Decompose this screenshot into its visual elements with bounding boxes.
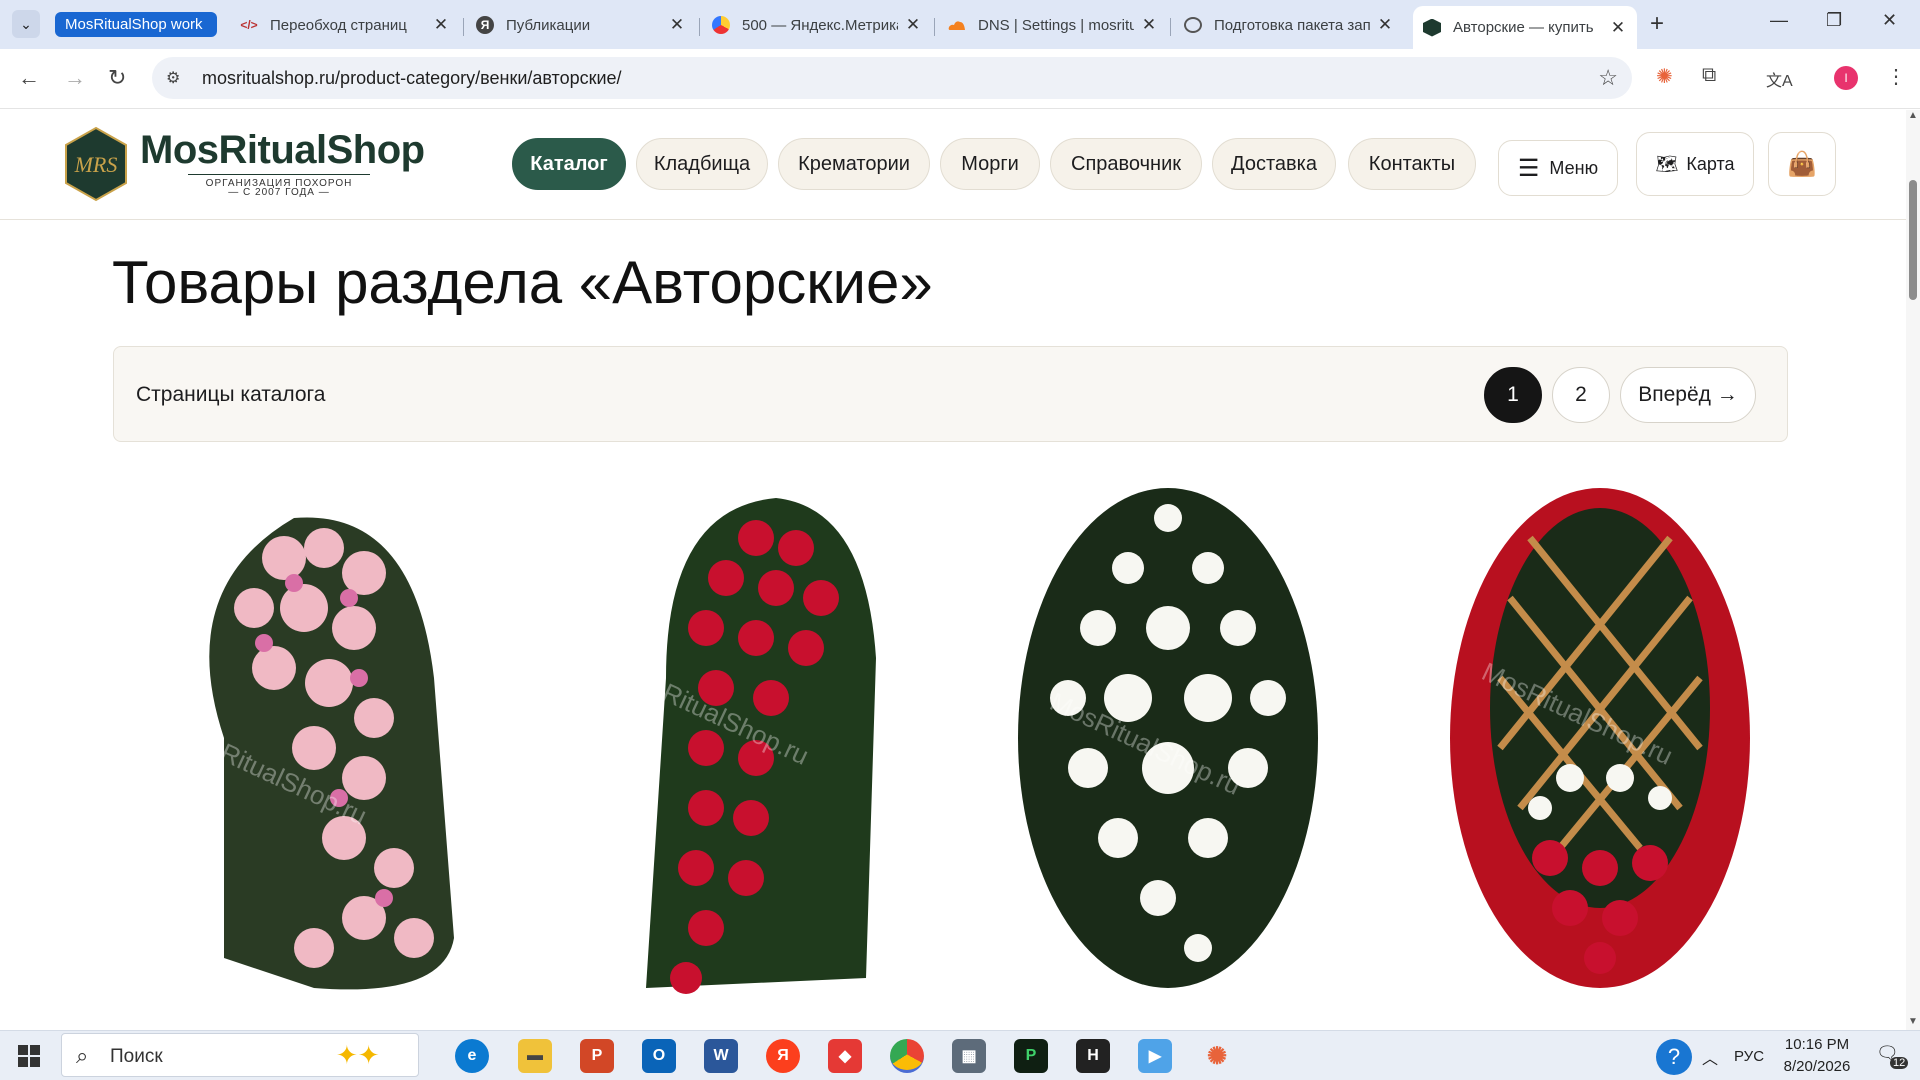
windows-start-icon[interactable] — [18, 1045, 40, 1067]
chrome-icon[interactable] — [890, 1039, 924, 1073]
close-icon[interactable]: ✕ — [668, 15, 686, 35]
product-image-lattice-wreath[interactable]: MosRitualShop.ru — [1420, 478, 1800, 1018]
pagination-label: Страницы каталога — [136, 383, 326, 406]
tab-active-authors[interactable]: Авторские — купить ✕ — [1413, 6, 1637, 49]
close-icon[interactable]: ✕ — [1609, 18, 1627, 38]
site-header: MRS MosRitualShop ОРГАНИЗАЦИЯ ПОХОРОН — … — [0, 110, 1906, 220]
input-language[interactable]: РУС — [1734, 1048, 1764, 1065]
metrika-icon — [712, 16, 730, 34]
scroll-up-icon[interactable]: ▲ — [1908, 110, 1918, 121]
anydesk-icon[interactable]: ◆ — [828, 1039, 862, 1073]
copilot-sparkle-icon: ✦✦ — [336, 1040, 380, 1070]
map-button[interactable]: 🗺 Карта — [1636, 132, 1754, 196]
outlook-icon[interactable]: O — [642, 1039, 676, 1073]
nav-crematoria[interactable]: Крематории — [778, 138, 930, 190]
nav-cemeteries[interactable]: Кладбища — [636, 138, 768, 190]
windows-taskbar: ⌕ Поиск ✦✦ e ▬ P O W Я ◆ ▦ P H ▶ ✺ ? ︿ Р… — [0, 1030, 1920, 1080]
h-app-icon[interactable]: H — [1076, 1039, 1110, 1073]
page-title: Товары раздела «Авторские» — [112, 249, 933, 316]
next-page-button[interactable]: Вперёд → — [1620, 367, 1756, 423]
map-icon: 🗺 — [1655, 153, 1679, 174]
search-icon: ⌕ — [76, 1043, 89, 1068]
site-info-icon[interactable]: ⚙ — [166, 68, 190, 88]
tab-reindex[interactable]: </> Переобход страниц ✕ — [240, 8, 450, 42]
notification-count: 12 — [1890, 1057, 1909, 1069]
calculator-icon[interactable]: ▦ — [952, 1039, 986, 1073]
forward-icon[interactable]: → — [64, 65, 86, 91]
logo-monogram: MRS — [74, 152, 118, 177]
minimize-icon[interactable]: — — [1770, 10, 1788, 31]
claude-extension-icon[interactable]: ✺ — [1656, 64, 1673, 89]
close-icon[interactable]: ✕ — [1376, 15, 1394, 35]
browser-toolbar: ← → ↻ ⚙ mosritualshop.ru/product-categor… — [0, 49, 1920, 109]
tab-metrika[interactable]: 500 — Яндекс.Метрика ✕ — [712, 8, 922, 42]
file-explorer-icon[interactable]: ▬ — [518, 1039, 552, 1073]
yandex-icon: Я — [476, 16, 494, 34]
taskbar-search[interactable]: ⌕ Поиск ✦✦ — [61, 1033, 419, 1077]
tab-search-chevron-icon[interactable]: ⌄ — [12, 10, 40, 38]
edge-icon[interactable]: e — [455, 1039, 489, 1073]
back-icon[interactable]: ← — [18, 65, 40, 91]
extensions-puzzle-icon[interactable]: ⧉ — [1702, 64, 1716, 87]
code-icon: </> — [240, 18, 258, 32]
product-image-pink-wreath[interactable]: MosRitualShop.ru — [114, 478, 494, 1018]
close-icon[interactable]: ✕ — [904, 15, 922, 35]
shopping-bag-icon: 👜 — [1787, 150, 1817, 178]
powerpoint-icon[interactable]: P — [580, 1039, 614, 1073]
address-bar[interactable]: ⚙ mosritualshop.ru/product-category/венк… — [152, 57, 1632, 99]
scrollbar-thumb[interactable] — [1909, 180, 1917, 300]
tab-request-package[interactable]: Подготовка пакета запроса ✕ — [1184, 8, 1394, 42]
menu-button[interactable]: ☰ Меню — [1498, 140, 1618, 196]
page-2-button[interactable]: 2 — [1552, 367, 1610, 423]
translate-icon[interactable]: 文A — [1766, 67, 1793, 91]
clock-time[interactable]: 10:16 PM — [1782, 1036, 1852, 1053]
close-icon[interactable]: ✕ — [1140, 15, 1158, 35]
tab-group-label[interactable]: MosRitualShop work — [55, 12, 217, 37]
tab-publications[interactable]: Я Публикации ✕ — [476, 8, 686, 42]
word-icon[interactable]: W — [704, 1039, 738, 1073]
profile-avatar[interactable]: I — [1834, 66, 1858, 90]
nav-contacts[interactable]: Контакты — [1348, 138, 1476, 190]
logo-since: — С 2007 ГОДА — — [228, 187, 330, 198]
clock-date[interactable]: 8/20/2026 — [1776, 1058, 1858, 1075]
nav-directory[interactable]: Справочник — [1050, 138, 1202, 190]
help-icon[interactable]: ? — [1656, 1039, 1692, 1075]
media-player-icon[interactable]: ▶ — [1138, 1039, 1172, 1073]
cart-button[interactable]: 👜 — [1768, 132, 1836, 196]
logo-name[interactable]: MosRitualShop — [140, 128, 425, 173]
hamburger-icon: ☰ — [1517, 154, 1540, 182]
new-tab-icon[interactable]: + — [1650, 10, 1664, 38]
site-favicon-icon — [1423, 18, 1441, 37]
window-close-icon[interactable]: ✕ — [1882, 10, 1897, 31]
tray-chevron-icon[interactable]: ︿ — [1702, 1045, 1718, 1069]
claude-app-icon[interactable]: ✺ — [1200, 1039, 1234, 1073]
nav-catalog[interactable]: Каталог — [512, 138, 626, 190]
bookmark-star-icon[interactable]: ☆ — [1598, 65, 1618, 91]
openai-icon — [1184, 17, 1202, 33]
product-image-red-rose-wreath[interactable]: MosRitualShop.ru — [556, 478, 936, 1018]
restore-icon[interactable]: ❐ — [1826, 10, 1842, 31]
catalog-pagination: Страницы каталога 1 2 Вперёд → — [113, 346, 1788, 442]
nav-delivery[interactable]: Доставка — [1212, 138, 1336, 190]
page-1-button[interactable]: 1 — [1484, 367, 1542, 423]
yandex-browser-icon[interactable]: Я — [766, 1039, 800, 1073]
cloudflare-icon — [948, 16, 966, 34]
pycharm-icon[interactable]: P — [1014, 1039, 1048, 1073]
page-scrollbar[interactable]: ▲ ▼ — [1906, 110, 1920, 1030]
browser-tab-strip: ⌄ MosRitualShop work </> Переобход стран… — [0, 0, 1920, 49]
close-icon[interactable]: ✕ — [432, 15, 450, 35]
product-image-white-lily-wreath[interactable]: MosRitualShop.ru — [988, 478, 1368, 1018]
kebab-menu-icon[interactable]: ⋮ — [1886, 64, 1906, 89]
nav-morgues[interactable]: Морги — [940, 138, 1040, 190]
scroll-down-icon[interactable]: ▼ — [1908, 1016, 1918, 1027]
tab-dns-settings[interactable]: DNS | Settings | mosritualshop.ru ✕ — [948, 8, 1158, 42]
logo-emblem-icon[interactable]: MRS — [64, 126, 128, 202]
reload-icon[interactable]: ↻ — [108, 65, 126, 91]
